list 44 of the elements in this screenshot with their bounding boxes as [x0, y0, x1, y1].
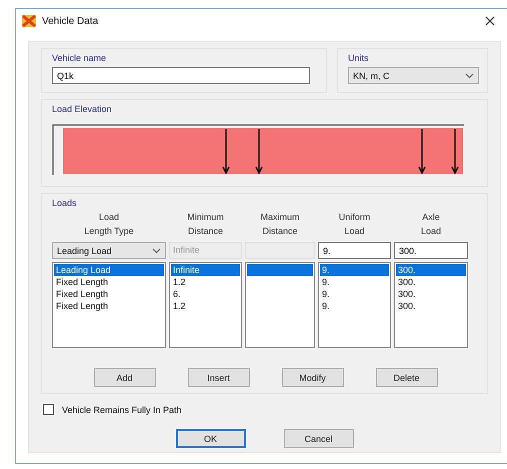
axle-load-field[interactable]: 300. [394, 242, 468, 259]
list-item[interactable]: 300. [396, 300, 466, 312]
close-icon[interactable] [485, 16, 495, 26]
column-header: Minimum Distance [186, 211, 225, 238]
dialog-button[interactable]: Cancel [284, 429, 354, 448]
list-item[interactable]: 300. [396, 276, 466, 288]
length-type-dropdown[interactable]: Leading Load [52, 242, 166, 259]
list-item[interactable]: 300. [396, 288, 466, 300]
column-header: Maximum Distance [259, 211, 300, 238]
list-item[interactable]: Fixed Length [54, 276, 164, 288]
load-action-button[interactable]: Add [94, 368, 156, 387]
list-item[interactable]: Leading Load [54, 264, 164, 276]
load-action-button[interactable]: Modify [282, 368, 344, 387]
list-item[interactable]: Infinite [171, 264, 240, 276]
column-header: Axle Load [420, 211, 442, 238]
checkbox[interactable] [43, 404, 54, 415]
list-item[interactable]: 9. [320, 300, 389, 312]
column-header: Load Length Type [83, 211, 135, 238]
column-header: Uniform Load [338, 211, 372, 238]
list-item[interactable]: 9. [320, 264, 389, 276]
units-dropdown[interactable]: KN, m, C [348, 67, 479, 84]
minimum-distance-field: Infinite [169, 242, 242, 259]
list-item[interactable]: 1.2 [171, 300, 240, 312]
caret-icon [465, 72, 474, 78]
list-item[interactable]: 1.2 [171, 276, 240, 288]
app-logo-icon [22, 15, 36, 27]
list-item[interactable]: 9. [320, 288, 389, 300]
window-title: Vehicle Data [42, 16, 100, 26]
units-label: Units [348, 53, 370, 63]
loads-label: Loads [52, 198, 78, 208]
list-item[interactable]: Fixed Length [54, 288, 164, 300]
checkbox-label: Vehicle Remains Fully In Path [62, 404, 182, 414]
caret-icon [152, 248, 161, 254]
dialog-button[interactable]: OK [176, 429, 246, 448]
list-item[interactable]: 6. [171, 288, 240, 300]
list-item[interactable]: Fixed Length [54, 300, 164, 312]
list-item[interactable]: 300. [396, 264, 466, 276]
list-item[interactable]: 9. [320, 276, 389, 288]
load-elevation-label: Load Elevation [52, 104, 113, 114]
uniform-load-field[interactable]: 9. [318, 242, 391, 259]
load-action-button[interactable]: Insert [188, 368, 250, 387]
vehicle-name-label: Vehicle name [52, 53, 108, 63]
vehicle-name-field[interactable]: Q1k [52, 67, 310, 84]
load-action-button[interactable]: Delete [376, 368, 438, 387]
